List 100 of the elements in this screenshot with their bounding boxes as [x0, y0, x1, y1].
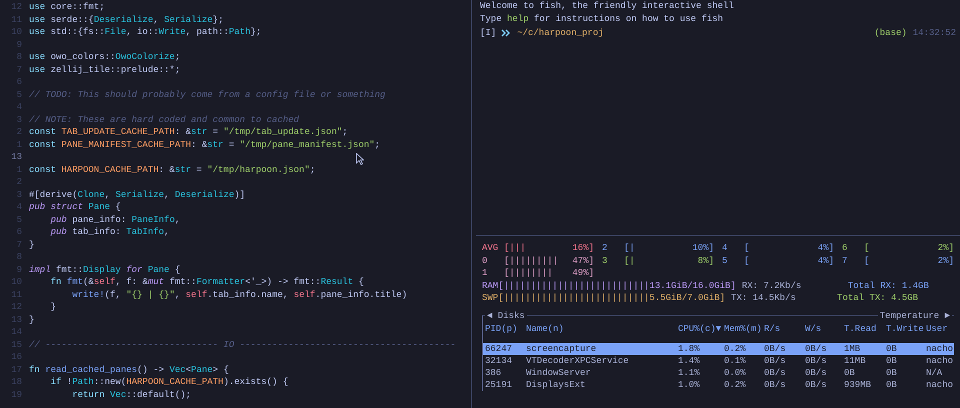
line-number: 2 — [16, 176, 22, 188]
table-cell-text: 0B/s — [805, 354, 828, 366]
table-cell-text: 1.1% — [678, 366, 701, 378]
table-cell-text: nacho — [926, 342, 954, 354]
code-line: const TAB_UPDATE_CACHE_PATH: &str = "/tmp/tab_update.json"; — [29, 126, 348, 138]
table-cell-text: screencapture — [526, 342, 598, 354]
line-number: 6 — [16, 76, 22, 88]
network-rate: RX: 7.2Kb/s — [742, 280, 802, 292]
code-line: const HARPOON_CACHE_PATH: &str = "/tmp/harpoon.json"; — [29, 164, 316, 176]
code-line: use core::fmt; — [29, 1, 105, 14]
code-line: // NOTE: These are hard coded and common to cached — [29, 114, 300, 126]
table-cell-text: 0B — [844, 366, 856, 378]
line-number: 5 — [16, 88, 22, 101]
code-line: use std::{fs::File, io::Write, path::Path}; — [29, 26, 262, 38]
table-cell-text: nacho — [926, 354, 954, 366]
line-number: 3 — [16, 188, 22, 201]
network-total: Total RX: 1.4GB — [848, 280, 929, 292]
mouse-pointer-icon — [356, 153, 364, 165]
cpu-percent: 4%] — [818, 254, 834, 267]
column-header[interactable]: Mem%(m) — [724, 322, 764, 334]
code-line: const PANE_MANIFEST_CACHE_PATH: &str = "/tmp/pane_manifest.json"; — [29, 138, 380, 151]
code-line: pub tab_info: TabInfo, — [50, 226, 170, 238]
cpu-usage-text: [| — [624, 254, 636, 267]
network-total: Total TX: 4.5GB — [837, 292, 918, 304]
process-row[interactable]: 386 WindowServer 1.1% 0.0% 0B/s 0B/s 0B 0B N/A — [483, 366, 954, 378]
column-header[interactable]: T.Write — [886, 322, 926, 334]
code-line: pub struct Pane { — [29, 201, 121, 214]
table-cell-text: 0B — [886, 378, 898, 390]
code-line: } — [50, 301, 56, 314]
table-cell-text: 0.2% — [724, 378, 747, 390]
line-number: 5 — [16, 214, 22, 226]
process-row[interactable]: 25191 DisplaysExt 1.0% 0.2% 0B/s 0B/s 939MB 0B nacho — [483, 378, 954, 390]
code-line: // TODO: This should probably come from a config file or something — [29, 88, 386, 101]
line-number: 10 — [10, 26, 22, 38]
table-cell-text: nacho — [926, 378, 954, 390]
cpu-label: 2 — [602, 242, 608, 254]
line-number: 4 — [16, 201, 22, 214]
column-header[interactable]: W/s — [805, 322, 844, 334]
table-cell-text: 66247 — [485, 342, 514, 354]
code-line: use owo_colors::OwoColorize; — [29, 51, 180, 64]
cpu-usage-text: [ — [744, 254, 750, 267]
line-number: 7 — [16, 64, 22, 76]
column-header[interactable]: User — [926, 322, 958, 334]
table-cell-text: 0B — [886, 342, 898, 354]
clock-time: 14:32:52 — [912, 28, 956, 38]
line-number: 13 — [10, 314, 22, 326]
code-line: impl fmt::Display for Pane { — [29, 264, 180, 276]
table-cell-text: 0.1% — [724, 354, 747, 366]
line-number: 6 — [16, 226, 22, 238]
line-number: 1 — [16, 138, 22, 151]
table-cell-text: VTDecoderXPCService — [526, 354, 630, 366]
memory-usage-text: RAM[|||||||||||||||||||||||||||13.1GiB/16.0GiB] — [482, 280, 736, 292]
terminal-line: Type help for instructions on how to use fish — [480, 13, 724, 26]
code-line: pub pane_info: PaneInfo, — [50, 214, 180, 226]
disks-tab[interactable]: ◄ Disks — [485, 310, 527, 322]
memory-usage-text: SWP[|||||||||||||||||||||||||||5.5GiB/7.0GiB] — [482, 292, 726, 304]
vi-mode-indicator: [I] — [480, 28, 496, 38]
column-header[interactable]: Name(n) — [526, 322, 678, 334]
table-cell-text: 0B — [886, 366, 898, 378]
cpu-usage-text: [ — [864, 242, 870, 254]
table-cell-text: 1.4% — [678, 354, 701, 366]
table-cell-text: 939MB — [844, 378, 872, 390]
cpu-percent: 2%] — [938, 254, 954, 267]
line-number: 10 — [10, 276, 22, 288]
column-header[interactable]: T.Read — [844, 322, 886, 334]
table-cell-text: 0B/s — [764, 366, 787, 378]
line-number: 1 — [16, 164, 22, 176]
cpu-percent: 16%] — [572, 242, 594, 254]
column-header[interactable]: PID(p) — [485, 322, 526, 334]
line-number: 11 — [10, 14, 22, 26]
cpu-percent: 49%] — [572, 267, 594, 280]
line-number: 12 — [10, 1, 22, 14]
table-cell-text: 0.2% — [724, 342, 747, 354]
code-line: } — [29, 314, 34, 326]
cpu-label: 5 — [722, 254, 728, 267]
line-number: 2 — [16, 126, 22, 138]
column-header[interactable]: R/s — [764, 322, 805, 334]
code-line: #[derive(Clone, Serialize, Deserialize)] — [29, 188, 246, 201]
process-row[interactable]: 32134 VTDecoderXPCService 1.4% 0.1% 0B/s 0B/s 11MB 0B nacho — [483, 354, 954, 366]
table-cell-text: 0B — [886, 354, 898, 366]
line-number: 18 — [10, 376, 22, 388]
code-line: // -------------------------------- IO ---------------------------------------- — [29, 338, 456, 351]
column-header[interactable]: CPU%(c)▼ — [678, 322, 724, 334]
temperature-tab[interactable]: Temperature ► — [878, 310, 952, 322]
line-number: 8 — [16, 51, 22, 64]
code-line: use serde::{Deserialize, Serialize}; — [29, 14, 224, 26]
table-cell-text: WindowServer — [526, 366, 592, 378]
code-line: use zellij_tile::prelude::*; — [29, 64, 180, 76]
code-line: fn read_cached_panes() -> Vec<Pane> { — [29, 364, 229, 376]
code-line: return Vec::default(); — [71, 388, 192, 401]
prompt-arrow-icon — [501, 28, 512, 36]
line-number: 9 — [16, 264, 22, 276]
cpu-percent: 10%] — [692, 242, 714, 254]
line-number: 17 — [10, 364, 22, 376]
table-cell-text: 25191 — [485, 378, 514, 390]
line-number: 11 — [10, 288, 22, 301]
line-number: 9 — [16, 38, 22, 51]
line-number: 13 — [10, 151, 22, 164]
process-row[interactable]: 66247 screencapture 1.8% 0.2% 0B/s 0B/s 1MB 0B nacho — [483, 342, 954, 354]
terminal-line: Welcome to fish, the friendly interactive shell — [480, 0, 735, 13]
